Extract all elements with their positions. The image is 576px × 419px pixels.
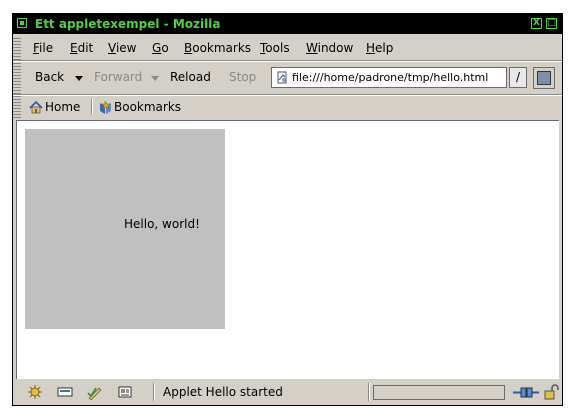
menu-edit[interactable]: Edit: [70, 41, 93, 55]
addressbook-icon[interactable]: [117, 384, 133, 400]
component-bar: [21, 383, 149, 401]
menu-go[interactable]: Go: [152, 41, 169, 55]
page-content[interactable]: Hello, world!: [16, 120, 559, 379]
go-button[interactable]: /: [509, 67, 527, 88]
reload-button[interactable]: Reload: [170, 70, 211, 84]
bookmark-icon[interactable]: [98, 100, 113, 115]
window-title: Ett appletexempel - Mozilla: [35, 17, 221, 31]
hello-applet[interactable]: Hello, world!: [25, 129, 225, 329]
title-bar[interactable]: Ett appletexempel - Mozilla X □: [13, 14, 562, 34]
url-bar[interactable]: [271, 67, 507, 88]
online-plug-icon[interactable]: [512, 385, 540, 400]
forward-button[interactable]: Forward: [94, 70, 142, 84]
menu-bookmarks[interactable]: Bookmarks: [184, 41, 251, 55]
menu-file[interactable]: File: [33, 41, 53, 55]
throbber-icon[interactable]: [533, 67, 555, 89]
status-text: Applet Hello started: [163, 385, 283, 399]
navigator-icon[interactable]: [27, 384, 43, 400]
menu-tools[interactable]: Tools: [260, 41, 290, 55]
composer-icon[interactable]: [87, 384, 103, 401]
applet-text: Hello, world!: [124, 217, 200, 231]
bookmarks-button[interactable]: Bookmarks: [114, 100, 181, 114]
status-bar: Applet Hello started: [13, 381, 562, 405]
url-input[interactable]: [292, 69, 502, 86]
stop-button[interactable]: Stop: [229, 70, 256, 84]
personal-toolbar: Home Bookmarks: [13, 96, 562, 118]
house-icon[interactable]: [29, 101, 43, 114]
forward-dropdown-icon[interactable]: [151, 76, 159, 81]
menu-help[interactable]: Help: [366, 41, 393, 55]
navigation-toolbar: Back Forward Reload Stop /: [13, 62, 562, 94]
home-button[interactable]: Home: [45, 100, 80, 114]
window-menu-icon[interactable]: [17, 18, 27, 28]
menu-view[interactable]: View: [108, 41, 136, 55]
status-separator: [153, 383, 155, 401]
unlocked-padlock-icon[interactable]: [543, 384, 559, 400]
close-button[interactable]: X: [531, 18, 542, 29]
browser-window: Ett appletexempel - Mozilla X □ File Edi…: [12, 13, 563, 406]
mail-icon[interactable]: [57, 384, 73, 400]
page-icon[interactable]: [276, 71, 289, 84]
menu-bar: File Edit View Go Bookmarks Tools Window…: [13, 36, 562, 60]
personalbar-separator: [91, 99, 93, 115]
progress-meter: [373, 385, 505, 400]
back-button[interactable]: Back: [35, 70, 64, 84]
status-separator: [368, 383, 370, 401]
back-dropdown-icon[interactable]: [75, 76, 83, 81]
maximize-button[interactable]: □: [546, 18, 557, 29]
menu-window[interactable]: Window: [306, 41, 353, 55]
